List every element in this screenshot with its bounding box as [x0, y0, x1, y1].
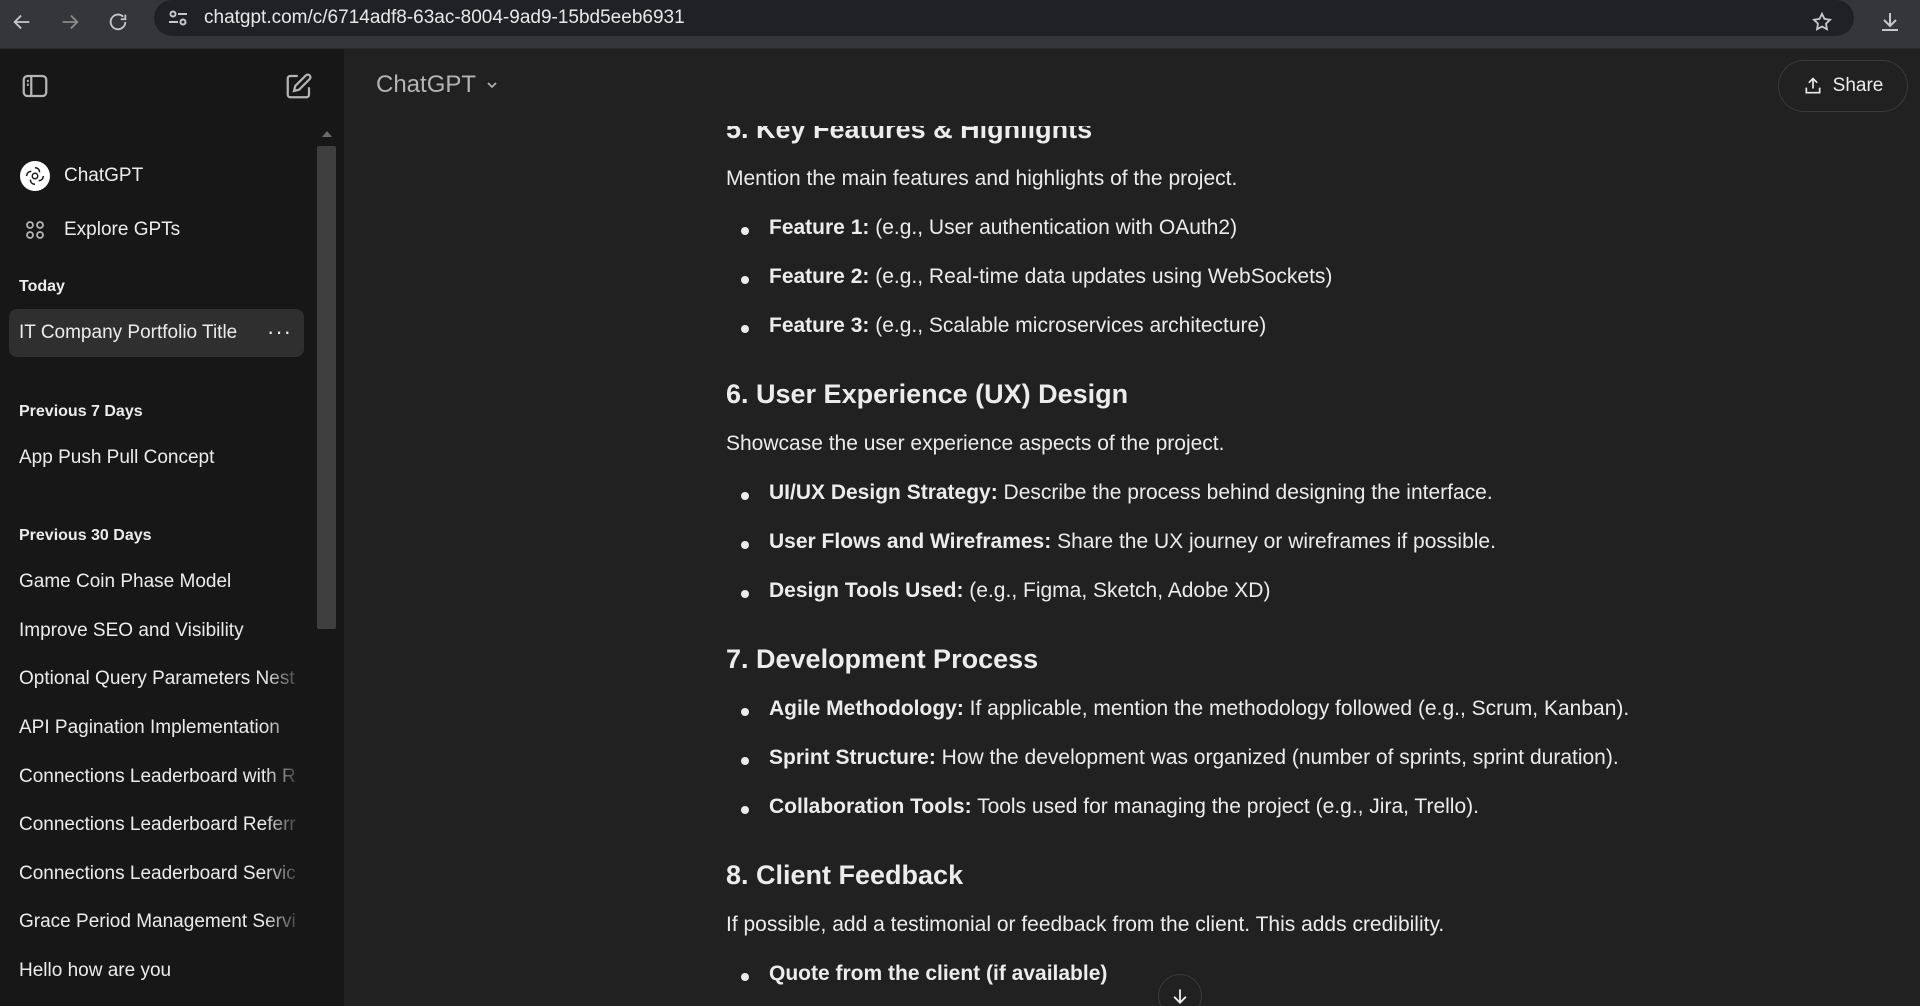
chat-item[interactable]: Connections Leaderboard Referr — [9, 801, 304, 849]
list-item-text: (e.g., Scalable microservices architectu… — [869, 314, 1267, 337]
chat-item[interactable]: Connections Leaderboard with R — [9, 753, 304, 801]
forward-arrow-icon[interactable] — [52, 4, 88, 40]
list-item-bold: Agile Methodology: — [769, 697, 964, 720]
list-item-bold: Feature 3: — [769, 314, 870, 337]
chat-item[interactable]: Connections Leaderboard Servic — [9, 850, 304, 898]
section-heading: 8. Client Feedback — [726, 860, 964, 890]
chevron-down-icon — [487, 82, 497, 89]
list-item: Feature 2: (e.g., Real-time data updates… — [726, 265, 1332, 289]
list-item-bold: UI/UX Design Strategy: — [769, 481, 998, 504]
section-title-previous-30-days: Previous 30 Days — [19, 527, 152, 544]
chat-item-label: API Pagination Implementation — [19, 717, 280, 738]
chat-item-label: Game Coin Phase Model — [19, 571, 232, 592]
chat-item[interactable]: Hello how are you — [9, 947, 304, 995]
arrow-down-icon — [1173, 989, 1187, 1004]
chat-item-label: Grace Period Management Servi — [19, 911, 296, 932]
list-item-bold: Feature 2: — [769, 265, 870, 288]
list-item-text: How the development was organized (numbe… — [935, 746, 1619, 769]
chat-item[interactable]: Game Coin Phase Model — [9, 558, 304, 606]
list-item-bold: Quote from the client (if available) — [769, 962, 1108, 985]
scroll-to-bottom-button[interactable] — [1158, 974, 1202, 1006]
sidebar: ChatGPT Explore GPTs Today IT Company Po… — [0, 49, 344, 1006]
share-button[interactable]: Share — [1778, 60, 1908, 112]
chat-item[interactable]: Optional Query Parameters Nest — [9, 655, 304, 703]
list-item-bold: Collaboration Tools: — [769, 795, 972, 818]
chat-item-label: Connections Leaderboard with R — [19, 766, 296, 787]
sidebar-item-chatgpt[interactable]: ChatGPT — [10, 152, 304, 200]
chat-item[interactable]: Improve SEO and Visibility — [9, 607, 304, 655]
chat-item-label: Optional Query Parameters Nest — [19, 668, 295, 689]
list-item-bold: Design Tools Used: — [769, 579, 964, 602]
sidebar-item-label: Explore GPTs — [64, 219, 181, 240]
section-heading: 5. Key Features & Highlights — [726, 114, 1093, 144]
bookmark-star-icon[interactable] — [1804, 4, 1840, 40]
paragraph: Showcase the user experience aspects of … — [726, 432, 1225, 455]
list-item-text: (e.g., Figma, Sketch, Adobe XD) — [963, 579, 1271, 602]
list-item-text: If applicable, mention the methodology f… — [963, 697, 1630, 720]
sidebar-item-explore-gpts[interactable]: Explore GPTs — [10, 206, 304, 254]
model-name: ChatGPT — [376, 71, 477, 98]
list-item: User Flows and Wireframes: Share the UX … — [726, 530, 1496, 554]
paragraph: If possible, add a testimonial or feedba… — [726, 913, 1445, 936]
list-item: Feature 1: (e.g., User authentication wi… — [726, 216, 1237, 240]
chat-item-label: Hello how are you — [19, 960, 172, 981]
list-item: Agile Methodology: If applicable, mentio… — [726, 697, 1629, 721]
download-icon[interactable] — [1872, 4, 1908, 40]
list-item: UI/UX Design Strategy: Describe the proc… — [726, 481, 1493, 505]
paragraph: Mention the main features and highlights… — [726, 167, 1238, 190]
chat-item[interactable]: Grace Period Management Servi — [9, 898, 304, 946]
new-chat-icon[interactable] — [284, 71, 314, 106]
list-item: Quote from the client (if available) — [726, 962, 1107, 986]
chat-item-label: IT Company Portfolio Title — [19, 322, 238, 343]
site-info-icon[interactable] — [166, 6, 190, 30]
chat-item-label: Improve SEO and Visibility — [19, 620, 244, 641]
main-content: ChatGPT Share 5. Key Features & Highligh… — [344, 49, 1920, 1006]
section-heading: 7. Development Process — [726, 644, 1039, 674]
more-options-icon[interactable]: ··· — [267, 319, 292, 345]
scroll-up-arrow-icon[interactable] — [322, 131, 332, 137]
sidebar-item-label: ChatGPT — [64, 165, 144, 186]
list-item-text: Describe the process behind designing th… — [997, 481, 1493, 504]
section-title-previous-7-days: Previous 7 Days — [19, 403, 143, 420]
url-text[interactable]: chatgpt.com/c/6714adf8-63ac-8004-9ad9-15… — [204, 7, 685, 29]
list-item-text: Share the UX journey or wireframes if po… — [1051, 530, 1496, 553]
section-title-today: Today — [19, 278, 65, 295]
chat-item[interactable]: App Push Pull Concept — [9, 434, 304, 482]
list-item-bold: Feature 1: — [769, 216, 870, 239]
chat-item-label: Connections Leaderboard Referr — [19, 814, 296, 835]
list-item-bold: User Flows and Wireframes: — [769, 530, 1052, 553]
list-item: Feature 3: (e.g., Scalable microservices… — [726, 314, 1266, 338]
chat-item[interactable]: API Pagination Implementation — [9, 704, 304, 752]
list-item-bold: Sprint Structure: — [769, 746, 936, 769]
chat-item[interactable]: IT Company Portfolio Title ··· — [9, 309, 304, 357]
back-arrow-icon[interactable] — [4, 4, 40, 40]
grid-icon — [20, 215, 50, 245]
list-item-text: Tools used for managing the project (e.g… — [971, 795, 1479, 818]
section-heading: 6. User Experience (UX) Design — [726, 379, 1129, 409]
list-item-text: (e.g., Real-time data updates using WebS… — [869, 265, 1333, 288]
reload-icon[interactable] — [100, 4, 136, 40]
list-item-text: (e.g., User authentication with OAuth2) — [869, 216, 1238, 239]
chat-item-label: Connections Leaderboard Servic — [19, 863, 296, 884]
chat-item-label: App Push Pull Concept — [19, 447, 215, 468]
share-label: Share — [1832, 75, 1884, 96]
openai-logo-icon — [20, 161, 50, 191]
toggle-sidebar-icon[interactable] — [20, 71, 50, 106]
list-item: Design Tools Used: (e.g., Figma, Sketch,… — [726, 579, 1270, 603]
list-item: Sprint Structure: How the development wa… — [726, 746, 1619, 770]
model-selector[interactable]: ChatGPT — [376, 71, 500, 99]
list-item: Collaboration Tools: Tools used for mana… — [726, 795, 1479, 819]
share-upload-icon — [1805, 77, 1821, 94]
sidebar-scrollbar[interactable] — [317, 146, 336, 629]
browser-toolbar: chatgpt.com/c/6714adf8-63ac-8004-9ad9-15… — [0, 0, 1920, 49]
